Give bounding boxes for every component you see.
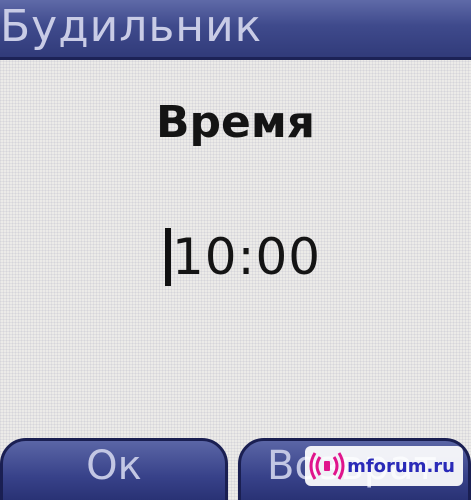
watermark: mforum.ru bbox=[305, 446, 463, 486]
time-value: 10:00 bbox=[172, 228, 322, 286]
window-title: Будильник bbox=[0, 1, 263, 52]
time-label: Время bbox=[155, 97, 316, 148]
phone-screen: Будильник Время 10:00 Ок Возврат mforum.… bbox=[0, 0, 471, 500]
watermark-text: mforum.ru bbox=[347, 455, 455, 477]
title-bar: Будильник bbox=[0, 0, 471, 60]
text-cursor bbox=[165, 228, 171, 286]
time-input[interactable]: 10:00 bbox=[165, 226, 321, 288]
signal-waves-icon bbox=[309, 452, 345, 480]
ok-softkey[interactable]: Ок bbox=[0, 438, 228, 500]
